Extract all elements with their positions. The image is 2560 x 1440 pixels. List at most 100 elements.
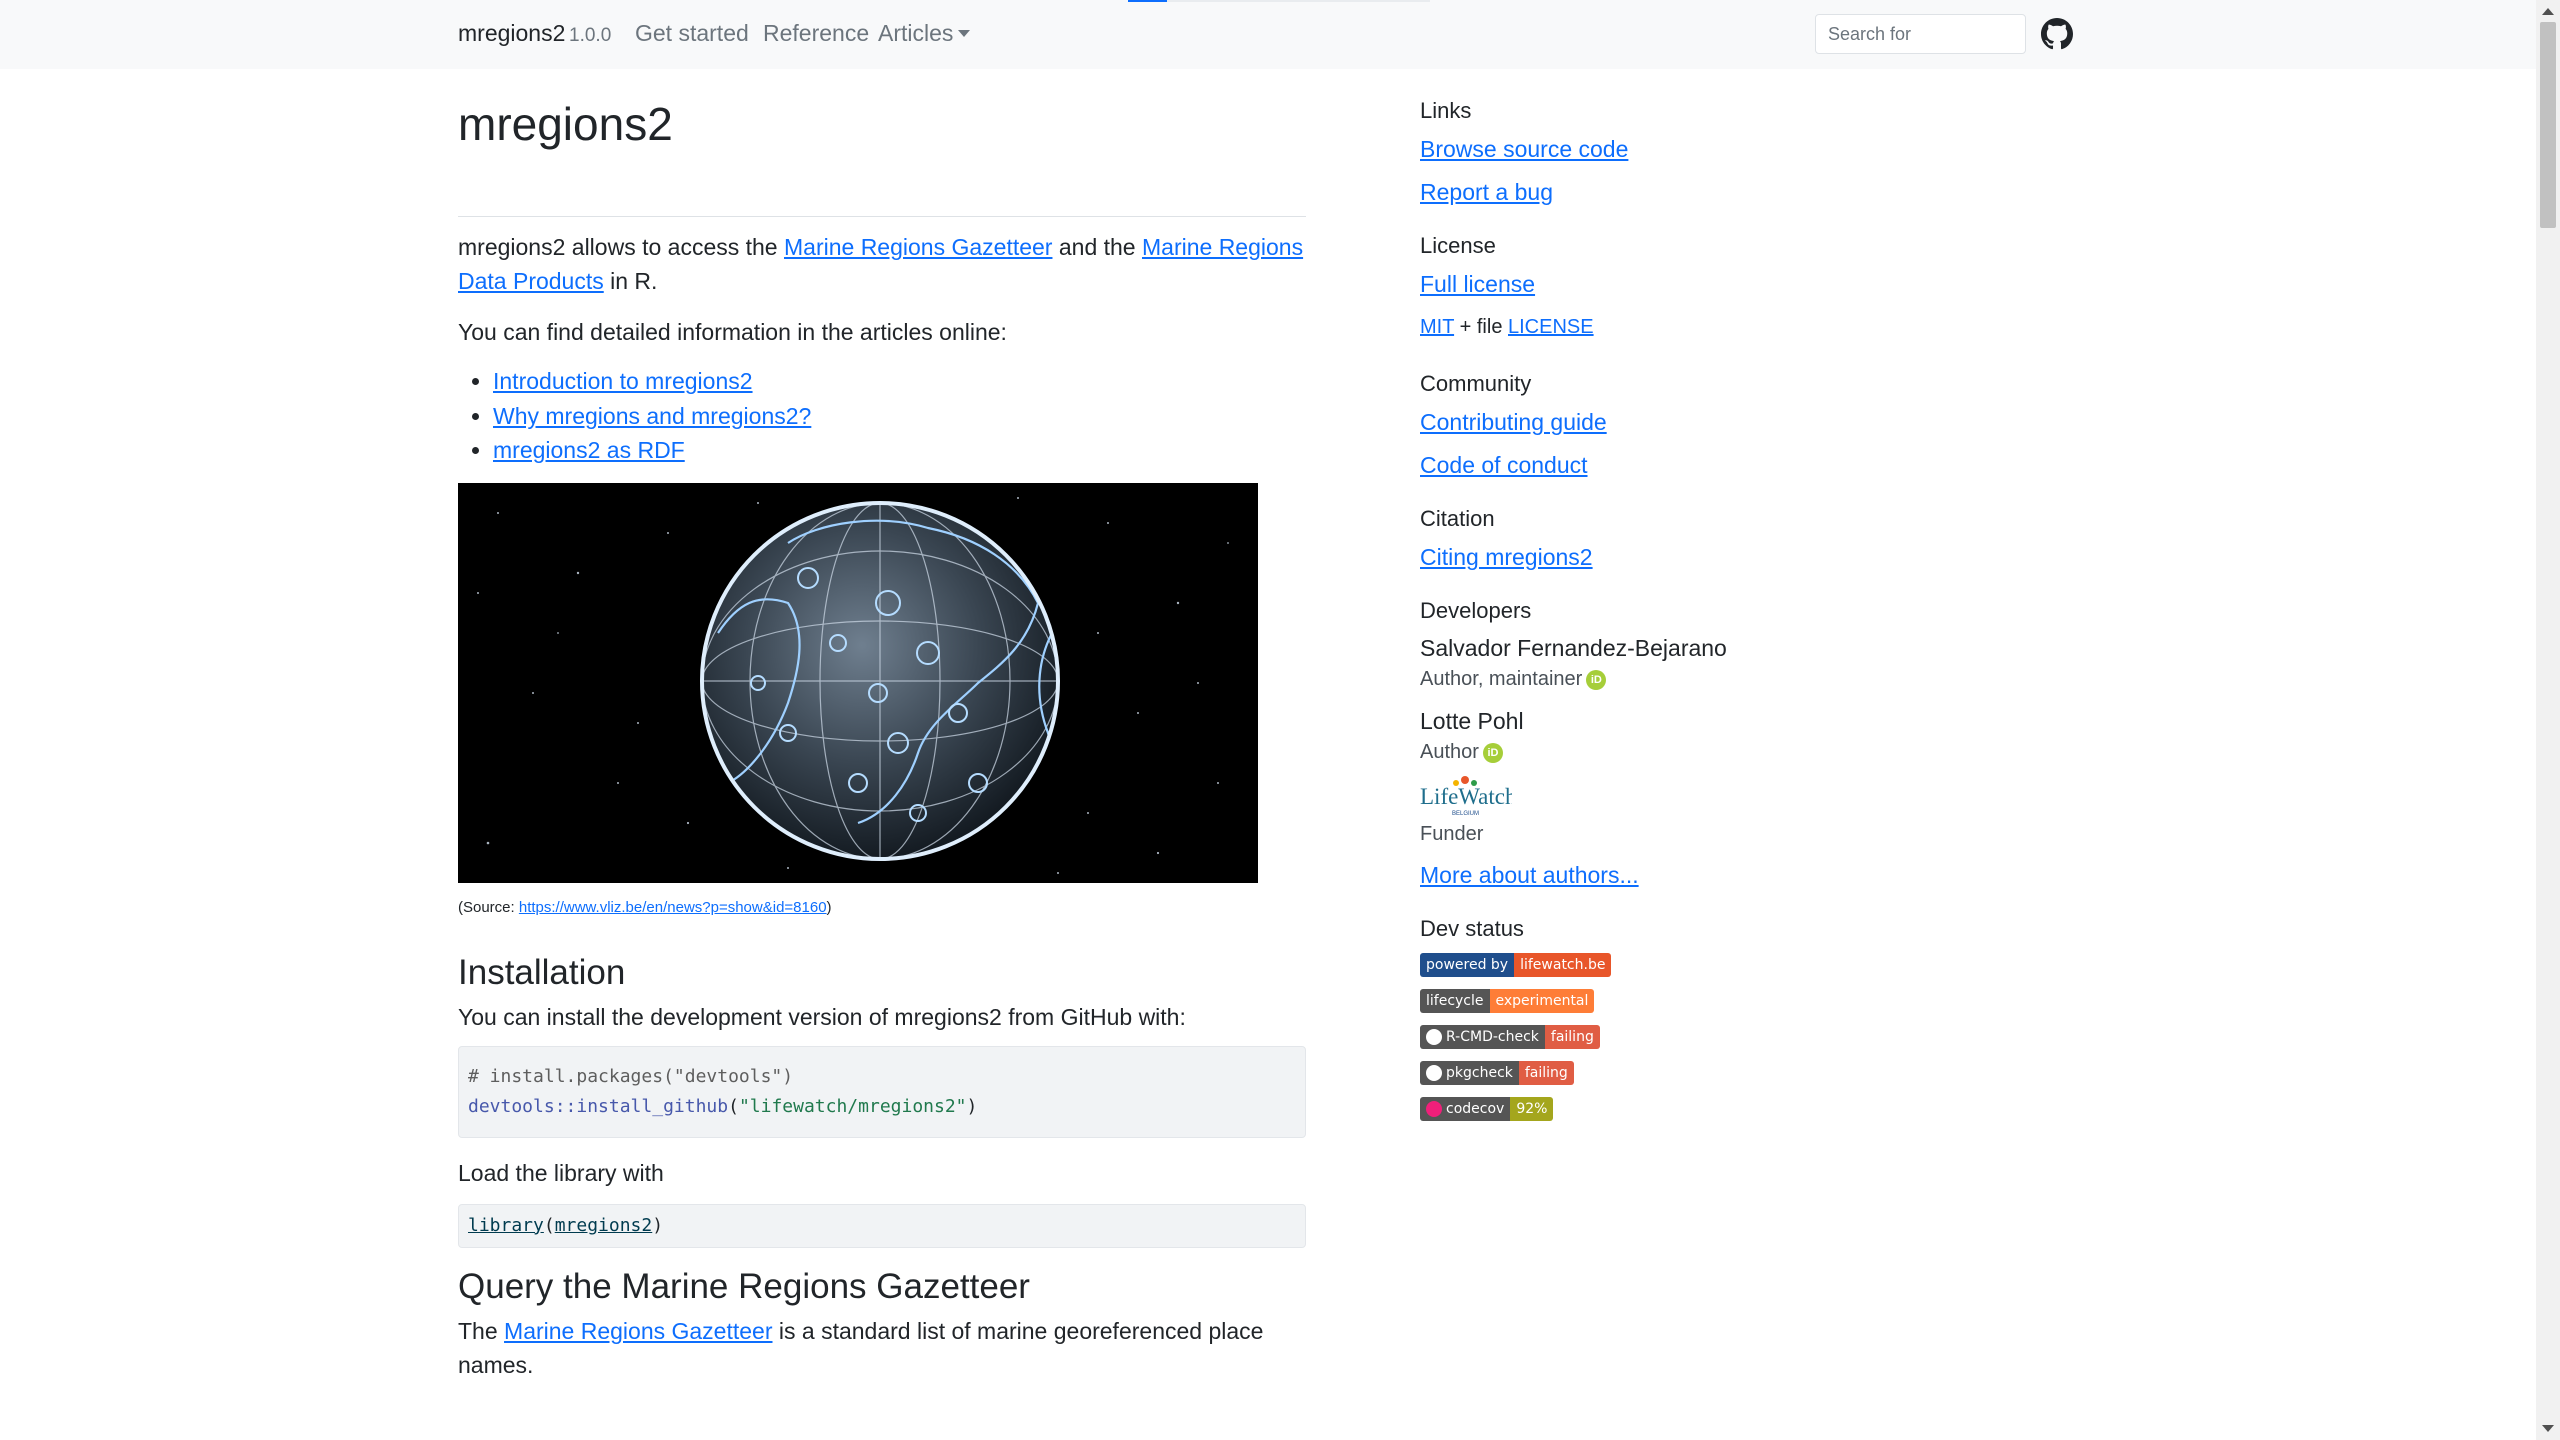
badge-label: pkgcheck	[1420, 1061, 1519, 1085]
github-icon[interactable]	[2041, 18, 2073, 50]
reading-progress-bar	[1128, 0, 1430, 2]
badge-label-text: powered by	[1426, 957, 1509, 973]
search-input[interactable]	[1815, 14, 2026, 54]
list-item: Why mregions and mregions2?	[493, 399, 1306, 434]
list-item: Introduction to mregions2	[493, 364, 1306, 399]
right-sidebar: Links Browse source code Report a bug Li…	[1420, 69, 1820, 1121]
code-punct: )	[652, 1214, 664, 1236]
installation-text: You can install the development version …	[458, 1003, 1186, 1030]
nav-articles-dropdown[interactable]: Articles	[878, 20, 971, 47]
developer-role: Author iD	[1420, 739, 1820, 765]
query-paragraph: The Marine Regions Gazetteer is a standa…	[458, 1314, 1306, 1382]
caption-text: (Source:	[458, 898, 519, 916]
code-function: devtools::install_github	[468, 1095, 729, 1117]
title-divider	[458, 216, 1306, 218]
developer-name: Lotte Pohl	[1420, 708, 1524, 734]
role-text: Author, maintainer	[1420, 668, 1583, 690]
badge-value: lifewatch.be	[1514, 953, 1612, 977]
badge-label: powered by	[1420, 953, 1515, 977]
code-of-conduct-link[interactable]: Code of conduct	[1420, 451, 1820, 479]
query-heading: Query the Marine Regions Gazetteer	[458, 1266, 1030, 1306]
code-comment: # install.packages("devtools")	[468, 1065, 794, 1087]
scroll-down-arrow-icon[interactable]	[2542, 1425, 2554, 1432]
nav-reference[interactable]: Reference	[763, 20, 869, 47]
code-string: "lifewatch/mregions2"	[738, 1095, 967, 1117]
version-label: 1.0.0	[569, 25, 612, 46]
license-line: MIT + file LICENSE	[1420, 314, 1820, 340]
top-navbar: mregions2 1.0.0 Get started Reference Ar…	[0, 0, 2536, 69]
code-punct: )	[966, 1095, 978, 1117]
load-text: Load the library with	[458, 1159, 664, 1186]
license-file-link[interactable]: LICENSE	[1508, 316, 1594, 338]
logo-subtext: BELGIUM	[1452, 811, 1479, 817]
status-badge[interactable]: powered by lifewatch.be	[1420, 953, 1612, 977]
chevron-down-icon	[958, 29, 971, 37]
badge-label: codecov	[1420, 1097, 1511, 1121]
query-text: is a standard list of marine georeferenc…	[772, 1317, 1264, 1344]
badge-label-text: lifecycle	[1426, 993, 1484, 1009]
links-heading: Links	[1420, 98, 1472, 123]
gazetteer-link[interactable]: Marine Regions Gazetteer	[784, 234, 1052, 260]
badge-label-text: pkgcheck	[1446, 1065, 1513, 1081]
globe-image	[458, 482, 1258, 883]
code-package-link[interactable]: mregions2	[555, 1215, 653, 1236]
intro-text: in R.	[603, 268, 658, 295]
nav-get-started[interactable]: Get started	[635, 20, 749, 47]
badge-label: lifecycle	[1420, 989, 1490, 1013]
status-badge[interactable]: codecov 92%	[1420, 1097, 1554, 1121]
intro-paragraph: mregions2 allows to access the Marine Re…	[458, 230, 1306, 298]
license-text: + file	[1454, 316, 1508, 338]
funder-role: Funder	[1420, 823, 1484, 845]
report-bug-link[interactable]: Report a bug	[1420, 178, 1820, 206]
brand-link[interactable]: mregions2	[458, 20, 565, 47]
github-icon	[1426, 1065, 1442, 1081]
badge-label: R-CMD-check	[1420, 1025, 1545, 1049]
article-link-why-mregions[interactable]: Why mregions and mregions2?	[493, 403, 811, 429]
query-text: The	[458, 1317, 505, 1344]
developer-role: Author, maintainer iD	[1420, 666, 1820, 692]
caption-text: )	[826, 898, 832, 916]
page-title: mregions2	[458, 98, 673, 150]
contributing-guide-link[interactable]: Contributing guide	[1420, 408, 1820, 436]
code-library-link[interactable]: library	[468, 1215, 544, 1236]
more-authors-link[interactable]: More about authors...	[1420, 861, 1820, 889]
badge-list: powered by lifewatch.be lifecycle experimen…	[1420, 953, 1820, 1121]
badge-value: failing	[1518, 1061, 1574, 1085]
logo-text: LifeWatch	[1420, 784, 1512, 809]
developers-heading: Developers	[1420, 598, 1532, 623]
full-license-link[interactable]: Full license	[1420, 270, 1820, 298]
scrollbar-thumb[interactable]	[2540, 22, 2556, 228]
article-link-introduction[interactable]: Introduction to mregions2	[493, 368, 753, 394]
community-heading: Community	[1420, 371, 1532, 396]
license-heading: License	[1420, 233, 1496, 258]
code-punct: (	[543, 1214, 555, 1236]
orcid-icon[interactable]: iD	[1482, 742, 1503, 763]
citation-link[interactable]: Citing mregions2	[1420, 543, 1820, 571]
lifewatch-logo[interactable]: LifeWatch BELGIUM	[1420, 773, 1512, 817]
main-content: mregions2 mregions2 allows to access the…	[458, 69, 1306, 1382]
badge-label-text: codecov	[1446, 1101, 1505, 1117]
code-punct: (	[728, 1095, 739, 1117]
install-code-block[interactable]: # install.packages("devtools") devtools:…	[458, 1045, 1306, 1138]
intro-text: and the	[1052, 234, 1142, 261]
status-badge[interactable]: pkgcheck failing	[1420, 1061, 1574, 1085]
articles-list: Introduction to mregions2 Why mregions a…	[458, 364, 1306, 468]
status-badge[interactable]: lifecycle experimental	[1420, 989, 1595, 1013]
image-source-caption: (Source: https://www.vliz.be/en/news?p=s…	[458, 899, 1306, 916]
list-item: mregions2 as RDF	[493, 433, 1306, 468]
badge-value: experimental	[1489, 989, 1595, 1013]
dev-status-heading: Dev status	[1420, 916, 1524, 941]
image-source-link[interactable]: https://www.vliz.be/en/news?p=show&id=81…	[519, 899, 827, 916]
browse-source-link[interactable]: Browse source code	[1420, 135, 1820, 163]
orcid-icon[interactable]: iD	[1586, 669, 1607, 690]
mit-link[interactable]: MIT	[1420, 316, 1454, 338]
library-code-block[interactable]: library(mregions2)	[458, 1203, 1306, 1248]
installation-heading: Installation	[458, 952, 626, 992]
article-link-rdf[interactable]: mregions2 as RDF	[493, 437, 685, 463]
scroll-up-arrow-icon[interactable]	[2542, 8, 2554, 15]
status-badge[interactable]: R-CMD-check failing	[1420, 1025, 1600, 1049]
intro-text: mregions2 allows to access the	[458, 234, 784, 261]
page-scrollbar[interactable]	[2536, 0, 2560, 1440]
articles-intro: You can find detailed information in the…	[458, 319, 1007, 346]
gazetteer-link-2[interactable]: Marine Regions Gazetteer	[504, 1318, 772, 1344]
